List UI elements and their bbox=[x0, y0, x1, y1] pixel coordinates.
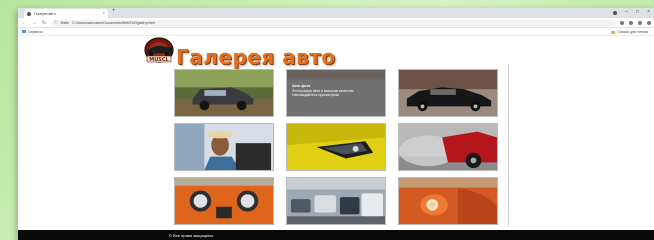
toolbar-icons bbox=[620, 20, 651, 25]
page-title: Галерея авто bbox=[176, 45, 336, 69]
menu-icon[interactable] bbox=[647, 20, 651, 25]
gallery-image-suv-forest[interactable] bbox=[174, 69, 274, 117]
tab-gallery[interactable]: Галерея авто × bbox=[24, 9, 108, 18]
logo-text: MUSCL bbox=[149, 57, 169, 63]
back-icon[interactable]: ← bbox=[21, 20, 27, 26]
tab-strip: Галерея авто × + – □ × bbox=[18, 8, 654, 18]
gallery-image-orange-beetle[interactable] bbox=[398, 177, 498, 225]
gallery-image-yellow-headlight[interactable] bbox=[286, 123, 386, 171]
gallery-image-black-classic[interactable] bbox=[398, 69, 498, 117]
bookmarks-bar: Сервисы Список для чтения bbox=[18, 28, 654, 36]
url-text: C:/Users/username/Documents/Web/ГАЛ/gall… bbox=[72, 20, 155, 25]
reading-list-icon bbox=[611, 30, 616, 34]
new-tab-button[interactable]: + bbox=[112, 8, 116, 14]
window-controls: – □ × bbox=[613, 9, 650, 15]
star-icon[interactable] bbox=[620, 20, 624, 25]
favicon-icon bbox=[27, 11, 31, 16]
tab-title: Галерея авто bbox=[34, 11, 56, 16]
minimize-button[interactable]: – bbox=[625, 9, 628, 15]
muscle-car-logo[interactable]: MUSCL bbox=[140, 36, 178, 66]
url-prefix: Файл bbox=[60, 20, 70, 25]
account-icon[interactable] bbox=[638, 20, 642, 25]
reload-icon[interactable]: ↻ bbox=[41, 20, 47, 26]
image-gallery: Авто фото Фотографии авто в высоком каче… bbox=[174, 69, 498, 225]
reading-list-button[interactable]: Список для чтения bbox=[611, 30, 648, 34]
tab-close-icon[interactable]: × bbox=[103, 10, 105, 15]
gallery-image-overlay[interactable]: Авто фото Фотографии авто в высоком каче… bbox=[286, 69, 386, 117]
vertical-divider bbox=[508, 64, 509, 226]
copyright-text: © Все права защищены. bbox=[169, 232, 215, 238]
bookmark-label: Сервисы bbox=[28, 29, 43, 34]
bookmark-apps[interactable]: Сервисы bbox=[22, 30, 43, 34]
reading-list-label: Список для чтения bbox=[617, 30, 648, 34]
profile-icon[interactable] bbox=[613, 11, 618, 15]
address-bar[interactable]: ⓘ Файл C:/Users/username/Documents/Web/Г… bbox=[51, 19, 616, 26]
file-info-icon[interactable]: ⓘ bbox=[54, 20, 58, 25]
gallery-image-orange-front[interactable] bbox=[174, 177, 274, 225]
overlay-description: Фотографии авто в высоком качестве. Насл… bbox=[292, 88, 355, 98]
address-toolbar: ← → ↻ ⓘ Файл C:/Users/username/Documents… bbox=[18, 18, 654, 28]
browser-window: Галерея авто × + – □ × ← → ↻ ⓘ Файл C:/U… bbox=[18, 8, 654, 240]
page-footer: © Все права защищены. bbox=[18, 230, 654, 240]
forward-icon[interactable]: → bbox=[31, 20, 37, 26]
gallery-image-red-exhaust[interactable] bbox=[398, 123, 498, 171]
apps-icon bbox=[22, 30, 26, 33]
extensions-icon[interactable] bbox=[629, 20, 633, 25]
gallery-image-traffic[interactable] bbox=[286, 177, 386, 225]
image-caption-overlay: Авто фото Фотографии авто в высоком каче… bbox=[287, 70, 385, 116]
maximize-button[interactable]: □ bbox=[636, 9, 639, 15]
web-page: MUSCL Галерея авто Авто фото Фотографии … bbox=[18, 36, 654, 240]
close-window-button[interactable]: × bbox=[647, 9, 650, 15]
gallery-image-man-in-car[interactable] bbox=[174, 123, 274, 171]
